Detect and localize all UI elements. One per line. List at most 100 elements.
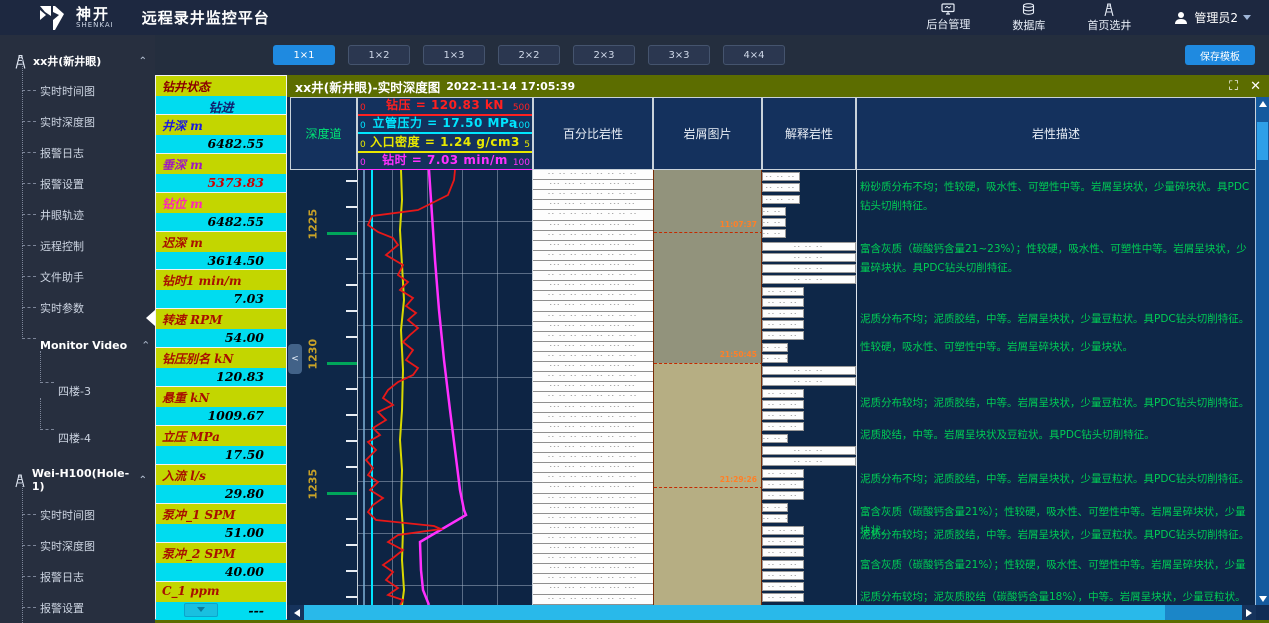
scroll-right-button[interactable] <box>1242 605 1256 620</box>
lithology-description-text: 粉砂质分布不均；性较硬，吸水性、可塑性中等。岩屑呈块状，少量碎块状。具PDC钻头… <box>860 178 1252 216</box>
chevron-up-icon: ⌃ <box>139 56 147 67</box>
sidebar-well-Wei-H100(Hole-1)[interactable]: Wei-H100(Hole-1)⌃ <box>0 461 155 499</box>
interp-lithology-bar: -- -- -- <box>762 571 804 580</box>
fullscreen-icon[interactable]: ⛶ <box>1229 80 1238 93</box>
percent-lithology-row: -- -- -- --- -- -- -- -- <box>533 473 653 483</box>
sidebar-item-报警日志[interactable]: 报警日志 <box>0 137 155 168</box>
scroll-down-button[interactable] <box>1256 592 1269 605</box>
percent-lithology-row: --- --- -- ---- --- --- <box>533 200 653 210</box>
horizontal-scroll-thumb[interactable] <box>304 605 1165 620</box>
percent-lithology-row: --- --- -- ---- --- --- <box>533 281 653 291</box>
percent-lithology-row: --- --- -- ---- --- --- <box>533 443 653 453</box>
sidebar-item-实时深度图[interactable]: 实时深度图 <box>0 106 155 137</box>
sidebar-item-四楼-4[interactable]: 四楼-4 <box>0 414 155 461</box>
param-panel-collapse-arrow[interactable] <box>146 310 155 326</box>
user-icon <box>1173 10 1189 26</box>
interp-lithology-bar: -- -- -- <box>762 242 856 251</box>
percent-lithology-row: -- -- -- --- -- -- -- -- <box>533 251 653 261</box>
percent-lithology-row: -- -- -- --- -- -- -- -- <box>533 433 653 443</box>
nav-home-well-select[interactable]: 首页选井 <box>1087 3 1131 33</box>
layout-button-1×1[interactable]: 1×1 <box>273 45 335 65</box>
interp-lithology-bar: -- -- -- <box>762 411 804 420</box>
layout-button-3×3[interactable]: 3×3 <box>648 45 710 65</box>
percent-lithology-row: -- -- -- --- -- -- -- -- <box>533 595 653 605</box>
interp-lithology-bar: -- -- -- <box>762 491 804 500</box>
param-label: C_1 ppm <box>155 581 287 602</box>
layout-button-4×4[interactable]: 4×4 <box>723 45 785 65</box>
scroll-up-button[interactable] <box>1256 97 1269 110</box>
brand-logo: 神开 SHENKAI <box>0 4 114 32</box>
depth-minor-tick <box>346 544 357 546</box>
interp-lithology-bar: -- -- -- <box>762 275 856 284</box>
param-value: 120.83 <box>155 368 287 386</box>
interp-lithology-bar: -- -- -- <box>762 366 856 375</box>
derrick-icon <box>14 54 27 69</box>
user-name: 管理员2 <box>1194 9 1238 26</box>
percent-lithology-row: -- -- -- --- -- -- -- -- <box>533 190 653 200</box>
param-dropdown-button[interactable] <box>184 603 218 617</box>
param-label: 钻位 m <box>155 192 287 213</box>
sidebar-item-实时时间图[interactable]: 实时时间图 <box>0 499 155 530</box>
cuttings-photo <box>654 363 762 605</box>
interp-lithology-bar: -- -- -- <box>762 183 800 192</box>
chart-collapse-handle[interactable]: < <box>288 344 302 374</box>
interp-lithology-bar: -- -- -- <box>762 377 856 386</box>
param-value: --- <box>155 602 287 620</box>
curve-钻压 <box>366 170 455 605</box>
sidebar-item-井眼轨迹[interactable]: 井眼轨迹 <box>0 199 155 230</box>
sidebar-item-实时时间图[interactable]: 实时时间图 <box>0 75 155 106</box>
depth-minor-tick <box>346 388 357 390</box>
param-value: 29.80 <box>155 485 287 503</box>
interp-lithology-bar: -- -- -- <box>762 195 800 204</box>
curve-legend-钻时: 0钻时 = 7.03 min/m100 <box>358 153 532 171</box>
sidebar-item-报警设置[interactable]: 报警设置 <box>0 592 155 623</box>
percent-lithology-row: -- -- -- --- -- -- -- -- <box>533 554 653 564</box>
scroll-left-button[interactable] <box>290 605 304 620</box>
nav-database[interactable]: 数据库 <box>1012 3 1045 33</box>
sidebar-item-实时深度图[interactable]: 实时深度图 <box>0 530 155 561</box>
layout-button-1×3[interactable]: 1×3 <box>423 45 485 65</box>
photo-divider-line <box>654 232 762 233</box>
vertical-scroll-thumb[interactable] <box>1257 122 1268 160</box>
percent-lithology-row: --- --- -- ---- --- --- <box>533 362 653 372</box>
user-menu[interactable]: 管理员2 <box>1173 9 1251 26</box>
sidebar-item-四楼-3[interactable]: 四楼-3 <box>0 367 155 414</box>
sidebar-item-报警日志[interactable]: 报警日志 <box>0 561 155 592</box>
percent-lithology-track: -- -- -- --- -- -- -- ----- --- -- ---- … <box>533 170 653 605</box>
sidebar-group-monitor-video[interactable]: Monitor Video⌃ <box>0 323 155 367</box>
param-label: 悬重 kN <box>155 386 287 407</box>
well-name: xx井(新井眼) <box>33 53 101 69</box>
close-icon[interactable]: ✕ <box>1250 80 1261 93</box>
interp-lithology-bar: -- -- -- <box>762 582 804 591</box>
percent-lithology-row: -- -- -- --- -- -- -- -- <box>533 392 653 402</box>
chevron-up-icon: ⌃ <box>139 475 147 486</box>
depth-label: 1235 <box>307 470 320 500</box>
sidebar-well-xx井(新井眼)[interactable]: xx井(新井眼) ⌃ <box>0 47 155 75</box>
nav-backstage[interactable]: 后台管理 <box>926 3 970 32</box>
param-value: 3614.50 <box>155 252 287 270</box>
vertical-scrollbar[interactable] <box>1256 97 1269 605</box>
percent-lithology-row: --- --- -- ---- --- --- <box>533 483 653 493</box>
layout-button-2×3[interactable]: 2×3 <box>573 45 635 65</box>
sidebar-item-实时参数[interactable]: 实时参数 <box>0 292 155 323</box>
percent-lithology-row: -- -- -- --- -- -- -- -- <box>533 170 653 180</box>
header-percent-lithology: 百分比岩性 <box>533 97 653 170</box>
layout-button-2×2[interactable]: 2×2 <box>498 45 560 65</box>
save-template-button[interactable]: 保存模板 <box>1185 45 1255 65</box>
sidebar-item-远程控制[interactable]: 远程控制 <box>0 230 155 261</box>
app-window: 神开 SHENKAI 远程录井监控平台 后台管理 数据库 首页选井 管理员2 <box>0 0 1269 623</box>
curve-入口密度 <box>400 170 404 605</box>
sidebar-item-文件助手[interactable]: 文件助手 <box>0 261 155 292</box>
param-label: 泵冲_1 SPM <box>155 503 287 524</box>
layout-button-1×2[interactable]: 1×2 <box>348 45 410 65</box>
interp-lithology-bar: -- -- -- <box>762 560 804 569</box>
percent-lithology-row: -- -- -- --- -- -- -- -- <box>533 271 653 281</box>
horizontal-scrollbar[interactable] <box>290 605 1256 620</box>
depth-label: 1230 <box>307 340 320 370</box>
interp-lithology-bar: -- -- -- <box>762 480 804 489</box>
interp-lithology-bar: -- -- -- <box>762 264 856 273</box>
depth-major-tick <box>327 362 357 365</box>
percent-lithology-row: --- --- -- ---- --- --- <box>533 524 653 534</box>
percent-lithology-row: --- --- -- ---- --- --- <box>533 584 653 594</box>
sidebar-item-报警设置[interactable]: 报警设置 <box>0 168 155 199</box>
